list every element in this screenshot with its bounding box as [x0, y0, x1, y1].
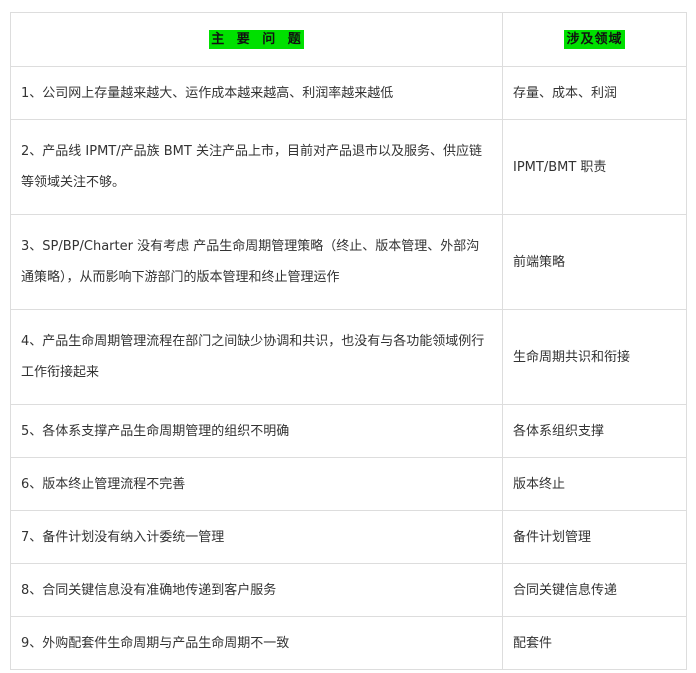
- issue-cell: 8、合同关键信息没有准确地传递到客户服务: [10, 563, 503, 617]
- domain-cell: 版本终止: [502, 457, 687, 511]
- issue-cell: 6、版本终止管理流程不完善: [10, 457, 503, 511]
- table-header-row: 主 要 问 题 涉及领域: [10, 12, 687, 67]
- issue-cell: 9、外购配套件生命周期与产品生命周期不一致: [10, 616, 503, 670]
- table-row: 4、产品生命周期管理流程在部门之间缺少协调和共识，也没有与各功能领域例行工作衔接…: [10, 309, 687, 405]
- issue-cell: 7、备件计划没有纳入计委统一管理: [10, 510, 503, 564]
- issue-cell: 4、产品生命周期管理流程在部门之间缺少协调和共识，也没有与各功能领域例行工作衔接…: [10, 309, 503, 405]
- header-domain-label: 涉及领域: [564, 30, 625, 49]
- header-issue-cell: 主 要 问 题: [10, 12, 503, 67]
- issue-cell: 1、公司网上存量越来越大、运作成本越来越高、利润率越来越低: [10, 66, 503, 120]
- header-issue-label: 主 要 问 题: [209, 30, 304, 49]
- table-row: 8、合同关键信息没有准确地传递到客户服务 合同关键信息传递: [10, 563, 687, 617]
- domain-cell: 存量、成本、利润: [502, 66, 687, 120]
- table-row: 7、备件计划没有纳入计委统一管理 备件计划管理: [10, 510, 687, 564]
- table-row: 2、产品线 IPMT/产品族 BMT 关注产品上市，目前对产品退市以及服务、供应…: [10, 119, 687, 215]
- header-domain-cell: 涉及领域: [502, 12, 687, 67]
- table-row: 6、版本终止管理流程不完善 版本终止: [10, 457, 687, 511]
- table-row: 3、SP/BP/Charter 没有考虑 产品生命周期管理策略（终止、版本管理、…: [10, 214, 687, 310]
- issue-cell: 3、SP/BP/Charter 没有考虑 产品生命周期管理策略（终止、版本管理、…: [10, 214, 503, 310]
- issues-table: 主 要 问 题 涉及领域 1、公司网上存量越来越大、运作成本越来越高、利润率越来…: [10, 12, 687, 670]
- issue-cell: 5、各体系支撑产品生命周期管理的组织不明确: [10, 404, 503, 458]
- domain-cell: 配套件: [502, 616, 687, 670]
- issue-cell: 2、产品线 IPMT/产品族 BMT 关注产品上市，目前对产品退市以及服务、供应…: [10, 119, 503, 215]
- table-row: 9、外购配套件生命周期与产品生命周期不一致 配套件: [10, 616, 687, 670]
- domain-cell: 备件计划管理: [502, 510, 687, 564]
- issues-table-container: 主 要 问 题 涉及领域 1、公司网上存量越来越大、运作成本越来越高、利润率越来…: [10, 12, 687, 670]
- domain-cell: 各体系组织支撑: [502, 404, 687, 458]
- domain-cell: 前端策略: [502, 214, 687, 310]
- domain-cell: 合同关键信息传递: [502, 563, 687, 617]
- table-row: 1、公司网上存量越来越大、运作成本越来越高、利润率越来越低 存量、成本、利润: [10, 66, 687, 120]
- domain-cell: IPMT/BMT 职责: [502, 119, 687, 215]
- table-row: 5、各体系支撑产品生命周期管理的组织不明确 各体系组织支撑: [10, 404, 687, 458]
- domain-cell: 生命周期共识和衔接: [502, 309, 687, 405]
